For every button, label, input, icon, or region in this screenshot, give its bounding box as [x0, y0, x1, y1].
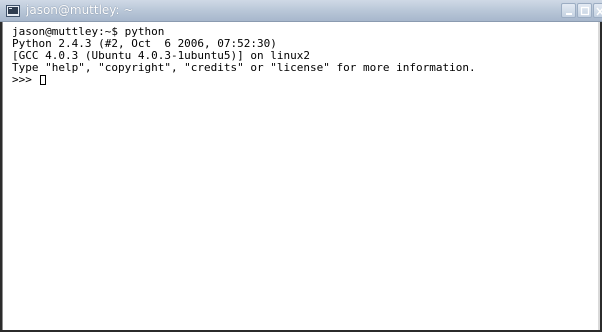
- scrollbar[interactable]: [598, 22, 600, 330]
- terminal-content[interactable]: jason@muttley:~$ python Python 2.4.3 (#2…: [2, 22, 600, 330]
- text-cursor: [39, 75, 46, 85]
- terminal-area[interactable]: jason@muttley:~$ python Python 2.4.3 (#2…: [0, 22, 602, 332]
- minimize-icon: [566, 13, 572, 15]
- close-button[interactable]: [593, 3, 602, 18]
- maximize-button[interactable]: [577, 3, 592, 18]
- output-line: Type "help", "copyright", "credits" or "…: [12, 61, 476, 74]
- close-icon: [596, 7, 602, 16]
- terminal-window: jason@muttley: ~ jason@muttley:~$ python…: [0, 0, 602, 332]
- terminal-icon: [6, 4, 20, 17]
- python-prompt: >>>: [12, 73, 39, 86]
- minimize-button[interactable]: [561, 3, 576, 18]
- terminal-output: jason@muttley:~$ python Python 2.4.3 (#2…: [12, 26, 476, 86]
- maximize-icon: [580, 6, 590, 16]
- title-bar[interactable]: jason@muttley: ~: [0, 0, 602, 22]
- window-title: jason@muttley: ~: [26, 3, 134, 17]
- prompt-line[interactable]: >>>: [12, 74, 476, 86]
